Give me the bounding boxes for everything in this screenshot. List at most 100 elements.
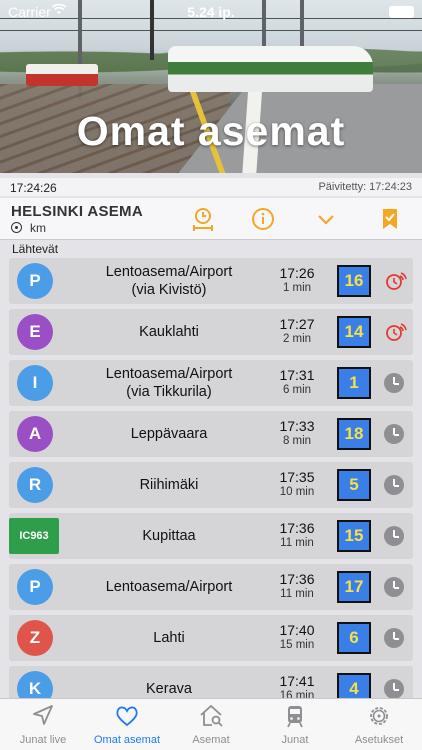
destination-name: Lentoasema/Airport (105, 264, 233, 280)
departure-time-block: 17:27 2 min (271, 316, 323, 347)
departure-row[interactable]: IC963 Kupittaa 17:36 11 min 15 (9, 513, 413, 559)
alarm-on-icon[interactable] (382, 319, 408, 345)
tab-label: Junat live (19, 734, 67, 746)
hero-red-train (26, 64, 98, 86)
destination: Kauklahti (69, 323, 269, 341)
clock-icon[interactable] (384, 577, 404, 597)
track-number: 1 (337, 367, 371, 399)
clock-icon[interactable] (384, 526, 404, 546)
minutes-until: 15 min (279, 639, 315, 651)
departure-time: 17:26 (279, 265, 315, 281)
info-bar: 17:24:26 Päivitetty: 17:24:23 (0, 178, 422, 196)
departure-row[interactable]: P Lentoasema/Airport 17:36 11 min 17 (9, 564, 413, 610)
tab-junat-live[interactable]: Junat live (1, 699, 85, 750)
minutes-until: 10 min (279, 486, 315, 498)
line-badge: IC963 (9, 518, 59, 554)
destination: Kerava (69, 680, 269, 698)
departure-time: 17:36 (279, 571, 315, 587)
gear-icon (366, 703, 392, 729)
departure-time-block: 17:26 1 min (271, 265, 323, 296)
departure-time: 17:36 (279, 520, 315, 536)
minutes-until: 6 min (282, 384, 312, 396)
destination: Lentoasema/Airport (via Tikkurila) (69, 365, 269, 401)
departure-time-block: 17:36 11 min (271, 571, 323, 602)
minutes-until: 11 min (280, 588, 314, 600)
track-number: 15 (337, 520, 371, 552)
minutes-until: 2 min (282, 333, 312, 345)
info-button[interactable] (250, 206, 276, 232)
expand-button[interactable] (313, 206, 339, 232)
destination-via: (via Tikkurila) (126, 384, 212, 400)
station-search-icon (198, 703, 224, 729)
track-number: 5 (337, 469, 371, 501)
tab-asetukset[interactable]: Asetukset (337, 699, 421, 750)
departures-label: Lähtevät (12, 242, 59, 256)
page-title: Omat asemat (76, 108, 346, 154)
destination: Lentoasema/Airport (via Kivistö) (69, 263, 269, 299)
chevron-down-icon (318, 215, 334, 225)
departure-time: 17:27 (279, 316, 315, 332)
destination: Kupittaa (69, 527, 269, 545)
location-arrow-icon (30, 703, 56, 729)
battery-icon (389, 6, 414, 18)
clock-icon[interactable] (384, 424, 404, 444)
departure-time-block: 17:36 11 min (271, 520, 323, 551)
departure-row[interactable]: E Kauklahti 17:27 2 min 14 (9, 309, 413, 355)
current-time: 17:24:26 (10, 181, 57, 195)
tab-asemat[interactable]: Asemat (169, 699, 253, 750)
tab-junat[interactable]: Junat (253, 699, 337, 750)
station-header: HELSINKI ASEMA km (0, 198, 422, 240)
tab-label: Junat (281, 734, 309, 746)
line-badge: R (17, 467, 53, 503)
info-icon (252, 208, 274, 230)
minutes-until: 8 min (282, 435, 312, 447)
timer-icon (193, 208, 213, 231)
hero-green-train (168, 46, 373, 92)
destination-name: Kupittaa (142, 528, 196, 544)
location-pin-icon (11, 222, 22, 233)
departure-row[interactable]: R Riihimäki 17:35 10 min 5 (9, 462, 413, 508)
track-number: 14 (337, 316, 371, 348)
departure-time-block: 17:31 6 min (271, 367, 323, 398)
clock-icon[interactable] (384, 475, 404, 495)
clock-icon[interactable] (384, 628, 404, 648)
line-badge: Z (17, 620, 53, 656)
destination: Leppävaara (69, 425, 269, 443)
destination-via: (via Kivistö) (131, 282, 207, 298)
clock-icon[interactable] (384, 373, 404, 393)
departure-row[interactable]: P Lentoasema/Airport (via Kivistö) 17:26 1 m… (9, 258, 413, 304)
track-number: 16 (337, 265, 371, 297)
train-icon (282, 703, 308, 729)
departure-time: 17:31 (279, 367, 315, 383)
line-badge: I (17, 365, 53, 401)
minutes-until: 1 min (282, 282, 312, 294)
destination: Lahti (69, 629, 269, 647)
bookmark-check-icon (383, 209, 397, 229)
alarm-on-icon[interactable] (382, 268, 408, 294)
destination-name: Riihimäki (139, 477, 199, 493)
tab-label: Omat asemat (93, 734, 161, 746)
timer-button[interactable] (190, 206, 216, 232)
destination: Lentoasema/Airport (69, 578, 269, 596)
destination: Riihimäki (69, 476, 269, 494)
departure-time-block: 17:35 10 min (271, 469, 323, 500)
app-screen: Omat asemat Carrier 5.24 ip. 17:24:26 Pä… (0, 0, 422, 750)
destination-name: Kauklahti (139, 324, 199, 340)
departure-time: 17:41 (279, 673, 315, 689)
updated-time: Päivitetty: 17:24:23 (318, 181, 412, 193)
bookmark-button[interactable] (377, 206, 403, 232)
clock-icon[interactable] (384, 679, 404, 699)
track-number: 6 (337, 622, 371, 654)
tab-omat-asemat[interactable]: Omat asemat (85, 699, 169, 750)
destination-name: Lentoasema/Airport (105, 579, 233, 595)
line-badge: P (17, 263, 53, 299)
departure-time: 17:33 (279, 418, 315, 434)
departure-row[interactable]: I Lentoasema/Airport (via Tikkurila) 17:31 6… (9, 360, 413, 406)
departure-time: 17:40 (279, 622, 315, 638)
departure-row[interactable]: Z Lahti 17:40 15 min 6 (9, 615, 413, 661)
destination-name: Lentoasema/Airport (105, 366, 233, 382)
status-time: 5.24 ip. (187, 4, 235, 20)
status-bar: Carrier 5.24 ip. (0, 0, 422, 22)
departure-row[interactable]: A Leppävaara 17:33 8 min 18 (9, 411, 413, 457)
destination-name: Lahti (153, 630, 185, 646)
